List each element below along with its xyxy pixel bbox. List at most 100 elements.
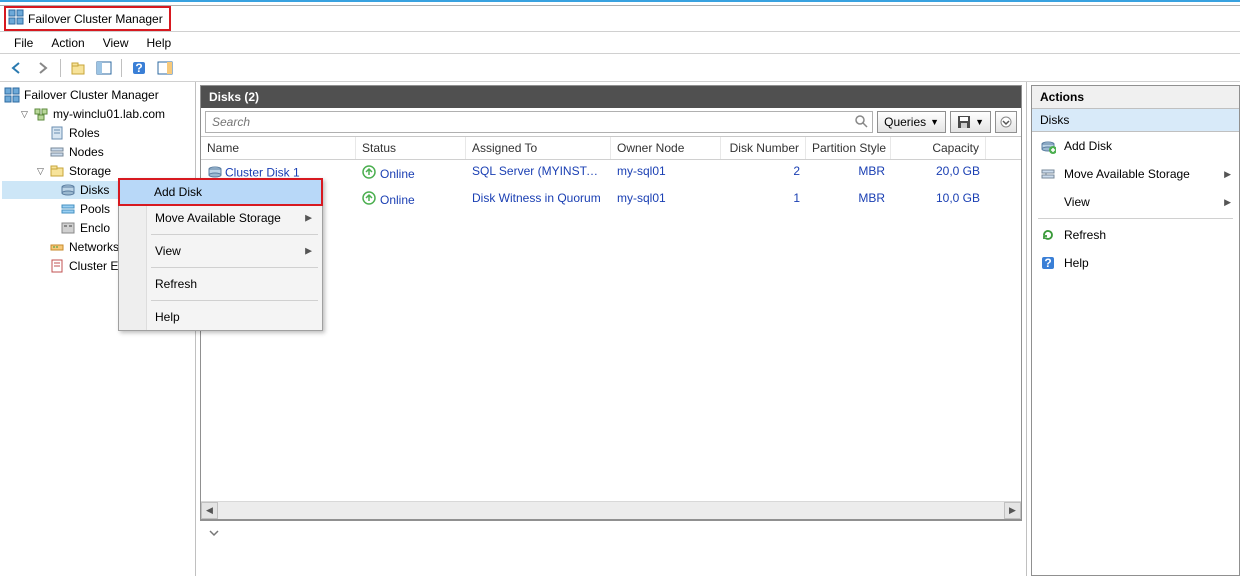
context-menu-separator xyxy=(151,267,318,268)
expand-button[interactable] xyxy=(995,111,1017,133)
show-hide-action-button[interactable] xyxy=(154,57,176,79)
ctx-add-disk[interactable]: Add Disk xyxy=(118,178,323,206)
ctx-move-storage-label: Move Available Storage xyxy=(155,211,281,225)
scroll-track[interactable] xyxy=(218,502,1004,519)
queries-button[interactable]: Queries ▼ xyxy=(877,111,946,133)
window-title-wrap: Failover Cluster Manager xyxy=(4,6,171,31)
tree-roles[interactable]: Roles xyxy=(2,124,193,142)
ctx-move-storage[interactable]: Move Available Storage ▶ xyxy=(119,205,322,231)
cluster-manager-icon xyxy=(4,87,20,103)
view-icon xyxy=(1040,194,1056,210)
center-inner: Disks (2) Queries ▼ ▼ xyxy=(200,85,1022,520)
menu-bar: File Action View Help xyxy=(0,32,1240,54)
search-icon[interactable] xyxy=(854,114,868,131)
roles-icon xyxy=(49,125,65,141)
col-capacity[interactable]: Capacity xyxy=(891,137,986,159)
col-disknum[interactable]: Disk Number xyxy=(721,137,806,159)
up-level-button[interactable] xyxy=(67,57,89,79)
cell-capacity: 10,0 GB xyxy=(891,189,986,210)
action-help-label: Help xyxy=(1064,256,1089,270)
toolbar-separator xyxy=(60,59,61,77)
tree-roles-label: Roles xyxy=(69,126,100,140)
menu-view[interactable]: View xyxy=(95,34,137,52)
toolbar-separator xyxy=(121,59,122,77)
ctx-help-label: Help xyxy=(155,310,180,324)
nav-forward-button[interactable] xyxy=(32,57,54,79)
tree-twisty-icon[interactable]: ▽ xyxy=(20,110,29,119)
cell-owner: my-sql01 xyxy=(611,162,721,185)
col-status[interactable]: Status xyxy=(356,137,466,159)
scroll-left-icon[interactable]: ◀ xyxy=(201,502,218,519)
show-hide-tree-button[interactable] xyxy=(93,57,115,79)
ctx-view[interactable]: View ▶ xyxy=(119,238,322,264)
chevron-right-icon: ▶ xyxy=(305,213,312,224)
events-icon xyxy=(49,258,65,274)
tree-nodes[interactable]: Nodes xyxy=(2,143,193,161)
chevron-right-icon: ▶ xyxy=(1224,169,1231,180)
context-menu-separator xyxy=(151,300,318,301)
scroll-right-icon[interactable]: ▶ xyxy=(1004,502,1021,519)
tree-spacer xyxy=(36,262,45,271)
tree-spacer xyxy=(36,129,45,138)
cell-assigned: SQL Server (MYINSTANCE... xyxy=(466,162,611,185)
search-box[interactable] xyxy=(205,111,873,133)
list-title: Disks (2) xyxy=(201,86,1021,108)
action-refresh[interactable]: Refresh xyxy=(1032,221,1239,249)
actions-title: Actions xyxy=(1032,86,1239,109)
detail-toggle[interactable] xyxy=(200,521,1022,548)
menu-file[interactable]: File xyxy=(6,34,41,52)
cell-owner: my-sql01 xyxy=(611,189,721,210)
cell-status: Online xyxy=(356,162,466,185)
col-assigned[interactable]: Assigned To xyxy=(466,137,611,159)
ctx-refresh[interactable]: Refresh xyxy=(119,271,322,297)
tree-spacer xyxy=(36,148,45,157)
cluster-manager-icon xyxy=(8,9,24,28)
enclosures-icon xyxy=(60,220,76,236)
action-move-storage[interactable]: Move Available Storage ▶ xyxy=(1032,160,1239,188)
actions-section: Disks xyxy=(1032,109,1239,132)
table-row[interactable]: Cluster Disk 1OnlineSQL Server (MYINSTAN… xyxy=(201,160,1021,187)
ctx-add-disk-label: Add Disk xyxy=(154,185,202,199)
action-help[interactable]: ? Help xyxy=(1032,249,1239,277)
menu-help[interactable]: Help xyxy=(139,34,180,52)
col-name[interactable]: Name xyxy=(201,137,356,159)
context-menu: Add Disk Move Available Storage ▶ View ▶… xyxy=(118,178,323,331)
search-input[interactable] xyxy=(206,112,872,132)
chevron-right-icon: ▶ xyxy=(1224,197,1231,208)
nav-back-button[interactable] xyxy=(6,57,28,79)
tree-storage-label: Storage xyxy=(69,164,111,178)
cell-disknum: 2 xyxy=(721,162,806,185)
menu-action[interactable]: Action xyxy=(43,34,92,52)
actions-separator xyxy=(1038,218,1233,219)
help-button[interactable]: ? xyxy=(128,57,150,79)
storage-icon xyxy=(49,163,65,179)
online-icon xyxy=(362,165,376,182)
tree-enclosures-label: Enclo xyxy=(80,221,110,235)
tree-root-label: Failover Cluster Manager xyxy=(24,88,159,102)
title-bar: Failover Cluster Manager xyxy=(0,6,1240,32)
action-move-storage-label: Move Available Storage xyxy=(1064,167,1190,181)
col-partition[interactable]: Partition Style xyxy=(806,137,891,159)
tree-pools-label: Pools xyxy=(80,202,110,216)
detail-pane xyxy=(200,520,1022,576)
table-row[interactable]: OnlineDisk Witness in Quorummy-sql011MBR… xyxy=(201,187,1021,212)
online-icon xyxy=(362,191,376,208)
tree-spacer xyxy=(36,243,45,252)
pools-icon xyxy=(60,201,76,217)
horizontal-scrollbar[interactable]: ◀ ▶ xyxy=(201,501,1021,519)
tree-cluster[interactable]: ▽ my-winclu01.lab.com xyxy=(2,105,193,123)
ctx-help[interactable]: Help xyxy=(119,304,322,330)
action-add-disk[interactable]: Add Disk xyxy=(1032,132,1239,160)
tree-cluster-label: my-winclu01.lab.com xyxy=(53,107,165,121)
context-menu-separator xyxy=(151,234,318,235)
tree-root[interactable]: Failover Cluster Manager xyxy=(2,86,193,104)
save-query-button[interactable]: ▼ xyxy=(950,111,991,133)
networks-icon xyxy=(49,239,65,255)
cell-disknum: 1 xyxy=(721,189,806,210)
action-view[interactable]: View ▶ xyxy=(1032,188,1239,216)
actions-pane: Actions Disks Add Disk Move Available St… xyxy=(1027,82,1240,576)
tree-cluster-events-label: Cluster E xyxy=(69,259,118,273)
tree-twisty-icon[interactable]: ▽ xyxy=(36,167,45,176)
col-owner[interactable]: Owner Node xyxy=(611,137,721,159)
svg-text:?: ? xyxy=(135,61,142,75)
